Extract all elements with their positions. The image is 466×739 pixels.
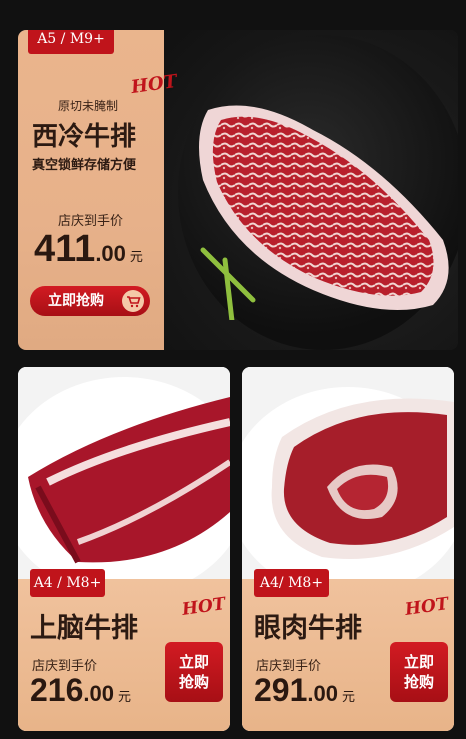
chuck-buy-button[interactable]: 立即 抢购 — [165, 642, 223, 702]
ribeye-buy-label-2: 抢购 — [403, 673, 434, 691]
ribeye-name: 眼肉牛排 — [254, 613, 362, 644]
asparagus — [200, 247, 256, 320]
tagline: 原切未腌制 — [58, 99, 119, 113]
ribeye-price: 291.00 元 — [254, 672, 355, 709]
chuck-buy-label-2: 抢购 — [178, 673, 209, 691]
buy-now-label: 立即抢购 — [48, 293, 104, 309]
chuck-name: 上脑牛排 — [30, 613, 138, 644]
grade-badge: A5 / M9+ — [28, 30, 114, 54]
chuck-price: 216.00 元 — [30, 672, 131, 709]
grade-badge-chuck: A4 / M8+ — [30, 569, 105, 597]
buy-now-button[interactable]: 立即抢购 — [30, 286, 150, 316]
ribeye-price-decimal: .00 — [307, 681, 338, 706]
price-integer: 411 — [34, 228, 96, 270]
chuck-currency: 元 — [117, 689, 131, 704]
currency: 元 — [129, 249, 143, 264]
product-name: 西冷牛排 — [32, 122, 137, 152]
chuck-steak-image — [18, 377, 230, 597]
chuck-price-integer: 216 — [30, 672, 84, 708]
sirloin-steak-image — [199, 105, 449, 320]
ribeye-steak-image — [242, 387, 454, 597]
ribeye-buy-label-1: 立即 — [403, 653, 434, 671]
price-decimal: .00 — [95, 241, 126, 266]
ribeye-buy-button[interactable]: 立即 抢购 — [390, 642, 448, 702]
grade-badge-ribeye: A4/ M8+ — [254, 569, 329, 597]
cart-icon — [122, 290, 144, 312]
chuck-price-decimal: .00 — [83, 681, 114, 706]
price: 411.00 元 — [34, 228, 143, 271]
feature-text: 真空锁鲜存储方便 — [32, 158, 137, 173]
ribeye-steak-photo — [242, 367, 454, 597]
chuck-steak-photo — [18, 367, 230, 597]
price-label: 店庆到手价 — [58, 214, 124, 229]
chuck-buy-label-1: 立即 — [178, 653, 209, 671]
ribeye-currency: 元 — [341, 689, 355, 704]
ribeye-price-integer: 291 — [254, 672, 308, 708]
